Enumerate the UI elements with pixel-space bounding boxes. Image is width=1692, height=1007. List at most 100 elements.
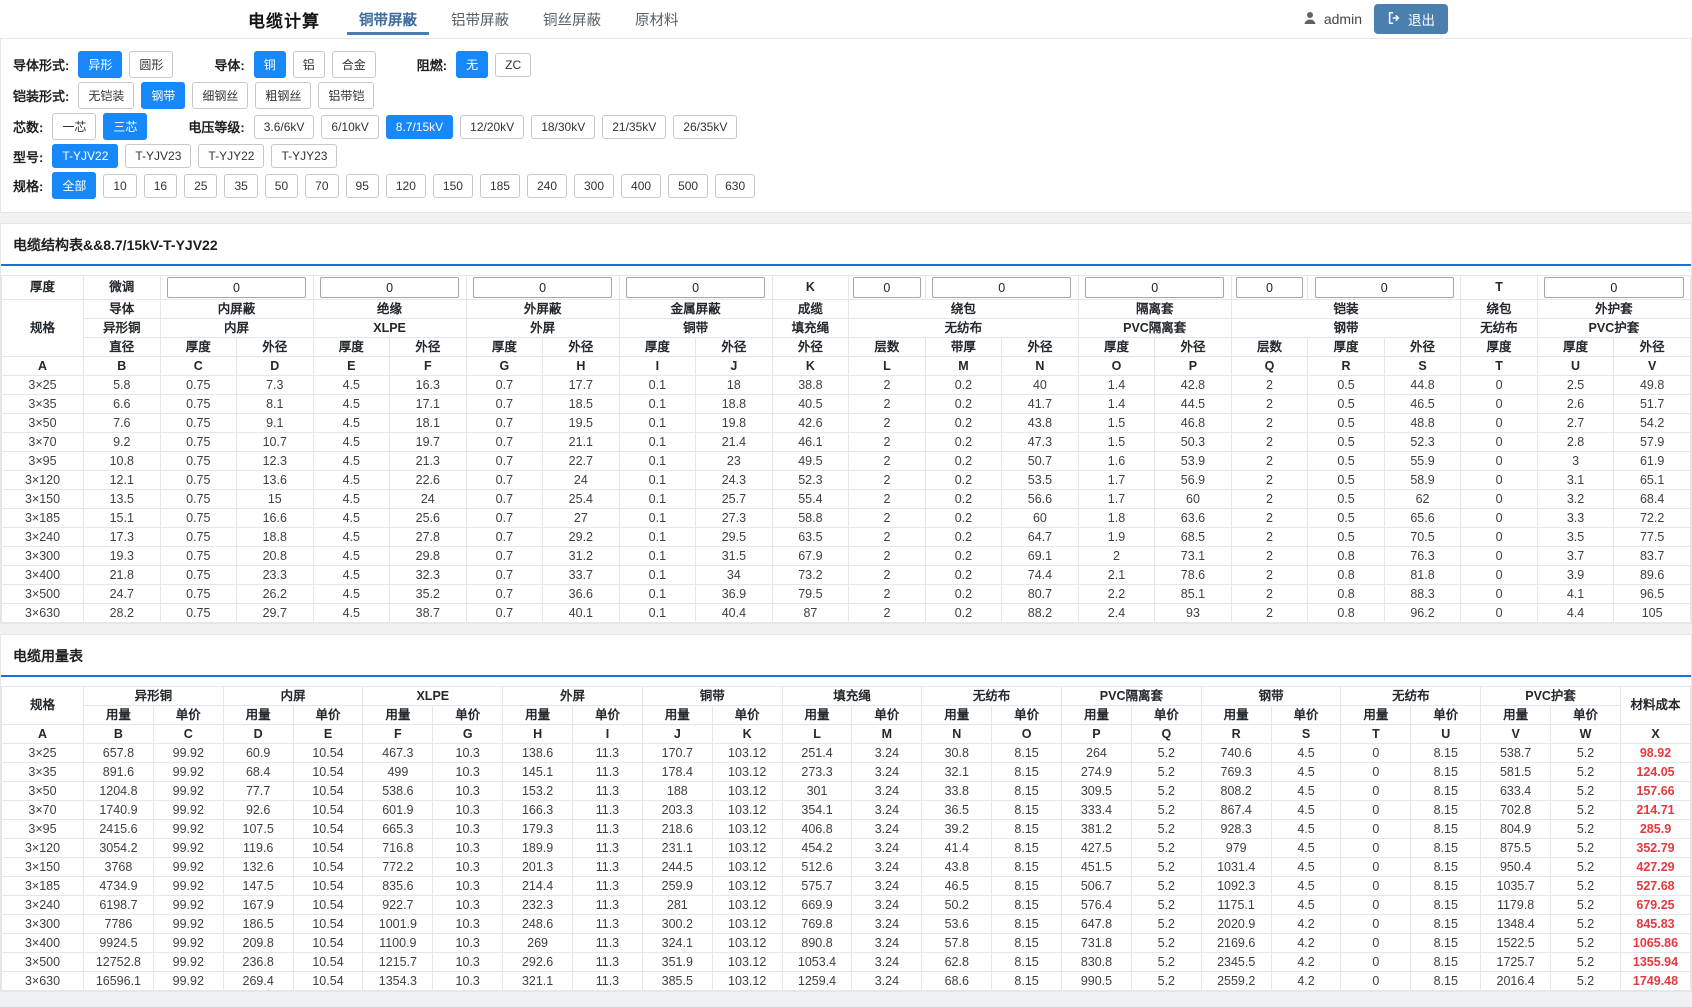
- filter-option-35[interactable]: 35: [224, 174, 257, 198]
- value-cell: 5.2: [1551, 744, 1621, 763]
- filter-option-8.7/15kV[interactable]: 8.7/15kV: [386, 115, 453, 139]
- filter-option-12/20kV[interactable]: 12/20kV: [460, 115, 524, 139]
- value-cell: 0.2: [925, 566, 1002, 585]
- value-cell: 2.4: [1078, 604, 1155, 623]
- value-cell: 48.8: [1384, 414, 1461, 433]
- column-header: 外屏: [503, 687, 643, 706]
- value-cell: 2: [849, 490, 926, 509]
- filter-option-500[interactable]: 500: [668, 174, 708, 198]
- tab-铜带屏蔽[interactable]: 铜带屏蔽: [342, 0, 434, 38]
- usage-title-rule: [1, 675, 1691, 677]
- column-header: 钢带: [1201, 687, 1341, 706]
- filter-option-16[interactable]: 16: [144, 174, 177, 198]
- filter-option-150[interactable]: 150: [433, 174, 473, 198]
- filter-option-630[interactable]: 630: [715, 174, 755, 198]
- filter-option-铝带铠[interactable]: 铝带铠: [318, 82, 374, 109]
- value-cell: 10.3: [433, 953, 503, 972]
- thickness-adjust-input[interactable]: [320, 277, 459, 298]
- value-cell: 0.5: [1308, 376, 1385, 395]
- filter-option-合金[interactable]: 合金: [332, 51, 376, 78]
- column-header: 内屏蔽: [160, 300, 313, 319]
- user-icon: [1302, 10, 1318, 29]
- value-cell: 74.4: [1002, 566, 1079, 585]
- value-cell: 3: [1537, 452, 1614, 471]
- filter-option-铝[interactable]: 铝: [293, 51, 325, 78]
- header-row: 用量单价用量单价用量单价用量单价用量单价用量单价用量单价用量单价用量单价用量单价…: [2, 706, 1691, 725]
- filter-option-异形[interactable]: 异形: [78, 51, 122, 78]
- filter-option-无[interactable]: 无: [456, 51, 488, 78]
- value-cell: 103.12: [712, 801, 782, 820]
- value-cell: 4.5: [313, 471, 390, 490]
- thickness-adjust-input[interactable]: [167, 277, 306, 298]
- column-subheader: 用量: [1481, 706, 1551, 725]
- user-menu[interactable]: admin: [1302, 10, 1362, 29]
- filter-option-三芯[interactable]: 三芯: [103, 113, 147, 140]
- filter-option-25[interactable]: 25: [184, 174, 217, 198]
- filter-option-T-YJY22[interactable]: T-YJY22: [198, 144, 264, 168]
- thickness-adjust-input[interactable]: [1544, 277, 1683, 298]
- column-header: 带厚: [925, 338, 1002, 357]
- value-cell: 167.9: [223, 896, 293, 915]
- value-cell: 178.4: [642, 763, 712, 782]
- filter-option-185[interactable]: 185: [480, 174, 520, 198]
- filter-option-铜[interactable]: 铜: [254, 51, 286, 78]
- tab-铝带屏蔽[interactable]: 铝带屏蔽: [434, 0, 526, 38]
- filter-option-钢带[interactable]: 钢带: [141, 82, 185, 109]
- usage-row: 3×50012752.899.92236.810.541215.710.3292…: [2, 953, 1691, 972]
- thickness-adjust-input[interactable]: [626, 277, 765, 298]
- filter-option-3.6/6kV[interactable]: 3.6/6kV: [254, 115, 315, 139]
- value-cell: 2: [1231, 452, 1308, 471]
- value-cell: 19.3: [84, 547, 161, 566]
- value-cell: 647.8: [1062, 915, 1132, 934]
- value-cell: 2: [849, 604, 926, 623]
- filter-option-细钢丝[interactable]: 细钢丝: [192, 82, 248, 109]
- logout-button[interactable]: 退出: [1374, 4, 1448, 34]
- usage-row: 3×300778699.92186.510.541001.910.3248.61…: [2, 915, 1691, 934]
- tab-原材料[interactable]: 原材料: [618, 0, 696, 38]
- value-cell: 0.75: [160, 547, 237, 566]
- filter-option-全部[interactable]: 全部: [52, 172, 96, 199]
- filter-option-10[interactable]: 10: [103, 174, 136, 198]
- value-cell: 4.5: [1271, 877, 1341, 896]
- column-subheader: 用量: [1062, 706, 1132, 725]
- filter-option-一芯[interactable]: 一芯: [52, 113, 96, 140]
- filter-option-50[interactable]: 50: [265, 174, 298, 198]
- column-letter: Q: [1131, 725, 1201, 744]
- filter-option-400[interactable]: 400: [621, 174, 661, 198]
- value-cell: 2345.5: [1201, 953, 1271, 972]
- thickness-adjust-input[interactable]: [1315, 277, 1454, 298]
- value-cell: 1179.8: [1481, 896, 1551, 915]
- filter-option-6/10kV[interactable]: 6/10kV: [321, 115, 378, 139]
- value-cell: 103.12: [712, 877, 782, 896]
- thickness-adjust-input[interactable]: [1236, 277, 1303, 298]
- filter-option-T-YJV22[interactable]: T-YJV22: [52, 144, 118, 168]
- thickness-adjust-input[interactable]: [853, 277, 920, 298]
- filter-option-18/30kV[interactable]: 18/30kV: [531, 115, 595, 139]
- thickness-adjust-input[interactable]: [473, 277, 612, 298]
- filter-option-26/35kV[interactable]: 26/35kV: [673, 115, 737, 139]
- thickness-adjust-input[interactable]: [1085, 277, 1224, 298]
- value-cell: 9.2: [84, 433, 161, 452]
- filter-option-70[interactable]: 70: [305, 174, 338, 198]
- filter-option-120[interactable]: 120: [386, 174, 426, 198]
- filter-option-240[interactable]: 240: [527, 174, 567, 198]
- value-cell: 4.5: [313, 376, 390, 395]
- column-header: 异形铜: [84, 319, 161, 338]
- filter-option-T-YJV23[interactable]: T-YJV23: [125, 144, 191, 168]
- value-cell: 333.4: [1062, 801, 1132, 820]
- value-cell: 2: [849, 585, 926, 604]
- filter-option-圆形[interactable]: 圆形: [129, 51, 173, 78]
- filter-option-ZC[interactable]: ZC: [495, 53, 531, 77]
- filter-option-粗钢丝[interactable]: 粗钢丝: [255, 82, 311, 109]
- filter-option-T-YJY23[interactable]: T-YJY23: [271, 144, 337, 168]
- filter-option-21/35kV[interactable]: 21/35kV: [602, 115, 666, 139]
- column-letter: T: [1461, 357, 1538, 376]
- thickness-adjust-input[interactable]: [932, 277, 1071, 298]
- value-cell: 3.24: [852, 896, 922, 915]
- usage-row: 3×25657.899.9260.910.54467.310.3138.611.…: [2, 744, 1691, 763]
- filter-option-95[interactable]: 95: [346, 174, 379, 198]
- filter-group: 导体形式:异形圆形: [13, 51, 180, 78]
- filter-option-无铠装[interactable]: 无铠装: [78, 82, 134, 109]
- tab-铜丝屏蔽[interactable]: 铜丝屏蔽: [526, 0, 618, 38]
- filter-option-300[interactable]: 300: [574, 174, 614, 198]
